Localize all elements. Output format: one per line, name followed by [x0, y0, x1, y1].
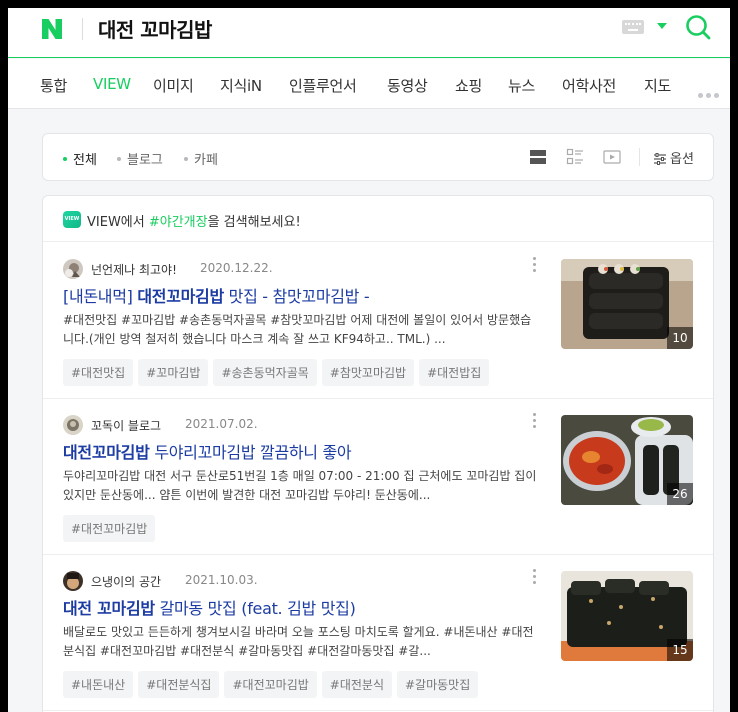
tab-influencer[interactable]: 인플루언서	[289, 75, 357, 96]
filter-all[interactable]: 전체	[63, 149, 97, 168]
list-view-icon[interactable]	[529, 148, 547, 166]
filter-bar: 전체 블로그 카페 옵션	[42, 133, 714, 181]
hashtag-chip[interactable]: #대전맛집	[63, 359, 134, 386]
title-suffix: 갈마동 맛집 (feat. 김밥 맛집)	[154, 599, 356, 618]
post-tags: #대전꼬마김밥	[63, 515, 160, 542]
post-date: 2021.07.02.	[185, 417, 258, 431]
post-item: 으냉이의 공간 2021.10.03. 대전 꼬마김밥 갈마동 맛집 (feat…	[43, 555, 713, 711]
suggestion-keyword-link[interactable]: #야간개장	[149, 215, 208, 230]
hashtag-chip[interactable]: #대전분식	[321, 671, 392, 698]
thumbnail-view-icon[interactable]	[566, 148, 584, 166]
title-keyword: 대전꼬마김밥	[137, 287, 224, 306]
author-avatar[interactable]	[63, 259, 83, 279]
options-button[interactable]: 옵션	[653, 148, 694, 167]
naver-logo-icon[interactable]	[40, 17, 64, 41]
post-title-link[interactable]: 대전 꼬마김밥 갈마동 맛집 (feat. 김밥 맛집)	[63, 595, 533, 619]
tab-knowledge-in[interactable]: 지식iN	[220, 75, 262, 96]
search-icon[interactable]	[684, 13, 712, 41]
search-tabs: 통합 VIEW 이미지 지식iN 인플루언서 동영상 쇼핑 뉴스 어학사전 지도	[8, 59, 730, 109]
post-thumbnail[interactable]: 15	[561, 571, 693, 661]
tab-integrated[interactable]: 통합	[40, 75, 67, 96]
more-options-icon[interactable]	[533, 413, 537, 431]
filter-blog-label: 블로그	[127, 153, 163, 168]
author-name[interactable]: 꼬독이 블로그	[91, 417, 161, 434]
view-badge-icon: VIEW	[63, 211, 81, 228]
caret-down-icon[interactable]	[657, 23, 667, 29]
title-keyword: 대전 꼬마김밥	[63, 599, 155, 618]
hashtag-chip[interactable]: #참맛꼬마김밥	[321, 359, 415, 386]
suggestion-prefix: VIEW에서	[87, 215, 149, 230]
search-query-input[interactable]: 대전 꼬마김밥	[98, 14, 212, 43]
post-date: 2021.10.03.	[185, 573, 258, 587]
author-avatar[interactable]	[63, 415, 83, 435]
tab-shopping[interactable]: 쇼핑	[455, 75, 482, 96]
results-list: VIEW VIEW에서 #야간개장을 검색해보세요! 넌언제나 최고야! 202…	[42, 195, 714, 712]
options-sliders-icon	[654, 153, 666, 165]
author-name[interactable]: 넌언제나 최고야!	[91, 261, 177, 278]
filter-separator	[639, 148, 640, 166]
image-count-badge: 26	[667, 483, 693, 505]
hashtag-chip[interactable]: #대전꼬마김밥	[63, 515, 156, 542]
title-suffix: 두야리꼬마김밥 깔끔하니 좋아	[149, 443, 352, 462]
filter-cafe[interactable]: 카페	[184, 149, 218, 168]
filter-blog[interactable]: 블로그	[117, 149, 163, 168]
post-tags: #내돈내산 #대전분식집 #대전꼬마김밥 #대전분식 #갈마동맛집	[63, 671, 483, 698]
header-divider	[82, 18, 83, 40]
hashtag-chip[interactable]: #꼬마김밥	[138, 359, 209, 386]
hashtag-chip[interactable]: #대전분식집	[138, 671, 220, 698]
post-title-link[interactable]: [내돈내먹] 대전꼬마김밥 맛집 - 참맛꼬마김밥 -	[63, 283, 533, 307]
filter-cafe-label: 카페	[194, 153, 218, 168]
hashtag-chip[interactable]: #송촌동먹자골목	[213, 359, 317, 386]
post-title-link[interactable]: 대전꼬마김밥 두야리꼬마김밥 깔끔하니 좋아	[63, 439, 533, 463]
post-date: 2020.12.22.	[200, 261, 273, 275]
post-thumbnail[interactable]: 10	[561, 259, 693, 349]
keyword-suggestion: VIEW VIEW에서 #야간개장을 검색해보세요!	[43, 196, 713, 242]
tab-view[interactable]: VIEW	[93, 75, 131, 93]
hashtag-chip[interactable]: #갈마동맛집	[397, 671, 479, 698]
tab-dictionary[interactable]: 어학사전	[562, 75, 616, 96]
suggestion-suffix: 을 검색해보세요!	[207, 215, 301, 230]
hashtag-chip[interactable]: #대전밥집	[419, 359, 490, 386]
author-avatar[interactable]	[63, 571, 83, 591]
search-header: 대전 꼬마김밥	[8, 8, 730, 58]
more-options-icon[interactable]	[533, 257, 537, 275]
tab-video[interactable]: 동영상	[387, 75, 428, 96]
tab-images[interactable]: 이미지	[153, 75, 194, 96]
author-name[interactable]: 으냉이의 공간	[91, 573, 161, 590]
hashtag-chip[interactable]: #내돈내산	[63, 671, 134, 698]
hashtag-chip[interactable]: #대전꼬마김밥	[224, 671, 317, 698]
post-tags: #대전맛집 #꼬마김밥 #송촌동먹자골목 #참맛꼬마김밥 #대전밥집	[63, 359, 494, 386]
filter-all-label: 전체	[73, 153, 97, 168]
title-suffix: 맛집 - 참맛꼬마김밥 -	[223, 287, 370, 306]
post-description[interactable]: 배달로도 맛있고 든든하게 챙겨보시길 바라며 오늘 포스팅 마치도록 할게요.…	[63, 623, 537, 661]
post-item: 꼬독이 블로그 2021.07.02. 대전꼬마김밥 두야리꼬마김밥 깔끔하니 …	[43, 399, 713, 555]
title-prefix: [내돈내먹]	[63, 287, 138, 306]
suggestion-text: VIEW에서 #야간개장을 검색해보세요!	[87, 211, 301, 230]
image-count-badge: 15	[667, 639, 693, 661]
post-item: 넌언제나 최고야! 2020.12.22. [내돈내먹] 대전꼬마김밥 맛집 -…	[43, 243, 713, 399]
options-label: 옵션	[670, 152, 694, 167]
post-description[interactable]: #대전맛집 #꼬마김밥 #송촌동먹자골목 #참맛꼬마김밥 어제 대전에 볼일이 …	[63, 311, 537, 349]
keyboard-icon[interactable]	[622, 20, 644, 34]
video-view-icon[interactable]	[603, 148, 621, 166]
title-keyword: 대전꼬마김밥	[63, 443, 150, 462]
image-count-badge: 10	[667, 327, 693, 349]
browser-viewport: 대전 꼬마김밥 통합 VIEW 이미지 지식iN 인플루언서 동영상 쇼핑 뉴스…	[8, 8, 730, 712]
post-description[interactable]: 두야리꼬마김밥 대전 서구 둔산로51번길 1층 매일 07:00 - 21:0…	[63, 467, 537, 505]
tab-news[interactable]: 뉴스	[508, 75, 535, 96]
more-options-icon[interactable]	[533, 569, 537, 587]
post-thumbnail[interactable]: 26	[561, 415, 693, 505]
tab-map[interactable]: 지도	[644, 75, 671, 96]
more-tabs-icon[interactable]	[698, 83, 722, 102]
